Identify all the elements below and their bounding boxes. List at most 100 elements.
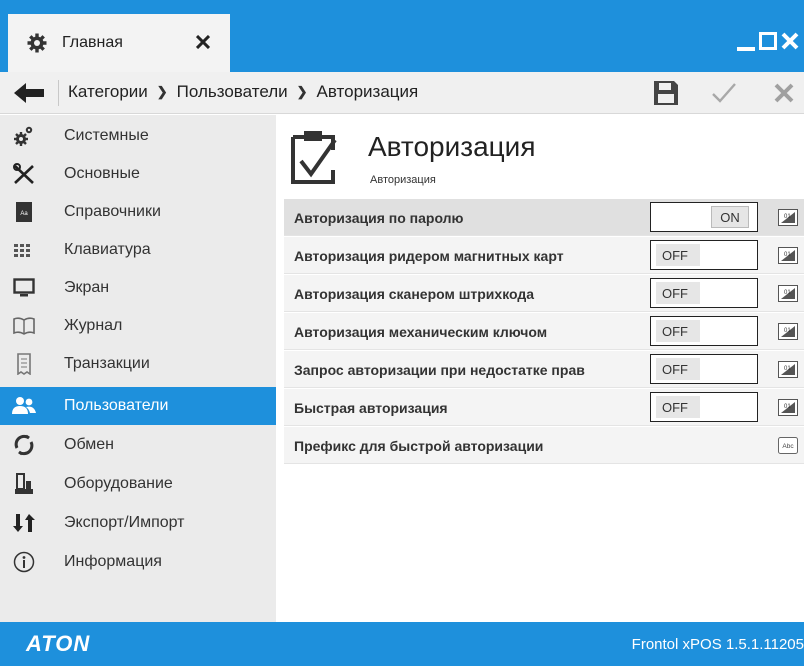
setting-row[interactable]: Префикс для быстрой авторизации Abc	[284, 427, 804, 464]
toggle-state: ON	[711, 206, 749, 228]
system-gears-icon	[12, 124, 36, 148]
setting-row[interactable]: Авторизация механическим ключом OFF 01	[284, 313, 804, 350]
users-icon	[12, 394, 36, 418]
svg-text:01: 01	[784, 252, 791, 258]
main-content: Авторизация Авторизация Авторизация по п…	[276, 115, 804, 622]
sidebar-item-export-import[interactable]: Экспорт/Импорт	[0, 504, 276, 542]
svg-text:01: 01	[784, 328, 791, 334]
sidebar-item-exchange[interactable]: Обмен	[0, 426, 276, 464]
svg-text:01: 01	[784, 290, 791, 296]
exchange-icon	[12, 433, 36, 457]
keyboard-numeric-icon[interactable]: 01	[778, 247, 798, 264]
sidebar-item-label: Системные	[64, 127, 149, 144]
sidebar-item-keyboard[interactable]: Клавиатура	[0, 231, 276, 269]
maximize-icon[interactable]	[758, 30, 778, 52]
page-title: Авторизация	[368, 131, 536, 162]
navigation-bar: Категории ❯ Пользователи ❯ Авторизация	[0, 72, 804, 114]
toggle-state: OFF	[656, 320, 700, 342]
save-icon	[654, 81, 678, 105]
version-label: Frontol xPOS 1.5.1.11205	[631, 636, 804, 653]
sidebar-item-screen[interactable]: Экран	[0, 269, 276, 307]
setting-label: Авторизация механическим ключом	[294, 324, 548, 340]
monitor-icon	[12, 276, 36, 300]
breadcrumb-item-users[interactable]: Пользователи	[177, 82, 288, 102]
toggle-state: OFF	[656, 358, 700, 380]
sidebar-item-equipment[interactable]: Оборудование	[0, 465, 276, 503]
toggle-mechanical-key-auth[interactable]: OFF	[650, 316, 758, 346]
gear-icon	[26, 32, 48, 54]
sidebar-item-label: Основные	[64, 165, 140, 182]
setting-label: Авторизация по паролю	[294, 210, 464, 226]
sidebar-item-label: Информация	[64, 553, 162, 570]
svg-text:01: 01	[784, 404, 791, 410]
svg-text:01: 01	[784, 366, 791, 372]
toggle-insufficient-rights-auth[interactable]: OFF	[650, 354, 758, 384]
keyboard-numeric-icon[interactable]: 01	[778, 361, 798, 378]
chevron-right-icon: ❯	[296, 84, 308, 99]
receipt-icon	[12, 352, 36, 376]
cancel-icon	[774, 83, 794, 103]
sidebar-item-label: Журнал	[64, 317, 123, 334]
sidebar-item-basic[interactable]: Основные	[0, 155, 276, 193]
save-button[interactable]	[652, 80, 680, 106]
close-icon[interactable]	[780, 30, 800, 52]
aton-logo: ATON	[26, 631, 91, 656]
cancel-button[interactable]	[770, 80, 798, 106]
journal-icon	[12, 314, 36, 338]
breadcrumb-item-categories[interactable]: Категории	[68, 82, 148, 102]
sidebar-item-label: Транзакции	[64, 355, 150, 372]
setting-row[interactable]: Быстрая авторизация OFF 01	[284, 389, 804, 426]
keyboard-numeric-icon[interactable]: 01	[778, 209, 798, 226]
sidebar-item-label: Справочники	[64, 203, 161, 220]
toggle-barcode-auth[interactable]: OFF	[650, 278, 758, 308]
toggle-state: OFF	[656, 244, 700, 266]
sidebar-item-system[interactable]: Системные	[0, 117, 276, 155]
sidebar: Системные Основные Aa Справочники Клавиа…	[0, 115, 276, 622]
page-subtitle: Авторизация	[370, 174, 436, 186]
minimize-icon[interactable]	[736, 30, 756, 52]
setting-label: Авторизация сканером штрихкода	[294, 286, 535, 302]
setting-label: Авторизация ридером магнитных карт	[294, 248, 564, 264]
sidebar-item-users[interactable]: Пользователи	[0, 387, 276, 425]
sidebar-item-label: Экран	[64, 279, 110, 296]
sidebar-item-references[interactable]: Aa Справочники	[0, 193, 276, 231]
breadcrumb-item-authorization: Авторизация	[316, 82, 419, 101]
svg-text:Abc: Abc	[782, 443, 794, 450]
status-bar: ATON Frontol xPOS 1.5.1.11205	[0, 622, 804, 666]
keyboard-numeric-icon[interactable]: 01	[778, 399, 798, 416]
sidebar-item-label: Пользователи	[64, 397, 169, 414]
sidebar-item-label: Обмен	[64, 436, 114, 453]
sidebar-item-journal[interactable]: Журнал	[0, 307, 276, 345]
export-import-icon	[12, 511, 36, 535]
setting-row[interactable]: Авторизация сканером штрихкода OFF 01	[284, 275, 804, 312]
toggle-password-auth[interactable]: ON	[650, 202, 758, 232]
keyboard-numeric-icon[interactable]: 01	[778, 323, 798, 340]
tab-close-icon[interactable]	[192, 31, 214, 53]
setting-row[interactable]: Авторизация по паролю ON 01	[284, 199, 804, 236]
check-icon	[712, 83, 736, 103]
app-window: Главная Категории ❯ Пользователи ❯ Автор…	[0, 0, 804, 666]
equipment-icon	[12, 472, 36, 496]
toggle-magnetic-card-auth[interactable]: OFF	[650, 240, 758, 270]
sidebar-item-transactions[interactable]: Транзакции	[0, 345, 276, 383]
setting-label: Запрос авторизации при недостатке прав	[294, 362, 585, 378]
toggle-quick-auth[interactable]: OFF	[650, 392, 758, 422]
tools-icon	[12, 162, 36, 186]
svg-text:Aa: Aa	[20, 211, 28, 217]
setting-row[interactable]: Авторизация ридером магнитных карт OFF 0…	[284, 237, 804, 274]
svg-text:01: 01	[784, 214, 791, 220]
chevron-right-icon: ❯	[156, 84, 168, 99]
back-arrow-icon[interactable]	[10, 81, 48, 105]
keyboard-text-icon[interactable]: Abc	[778, 437, 798, 454]
clipboard-check-icon	[290, 128, 348, 186]
toggle-state: OFF	[656, 396, 700, 418]
sidebar-item-label: Клавиатура	[64, 241, 151, 258]
apply-button[interactable]	[710, 80, 738, 106]
sidebar-item-info[interactable]: Информация	[0, 543, 276, 581]
setting-row[interactable]: Запрос авторизации при недостатке прав O…	[284, 351, 804, 388]
keyboard-numeric-icon[interactable]: 01	[778, 285, 798, 302]
toggle-state: OFF	[656, 282, 700, 304]
reference-book-icon: Aa	[12, 200, 36, 224]
setting-label: Быстрая авторизация	[294, 400, 448, 416]
tab-main[interactable]: Главная	[8, 14, 230, 72]
